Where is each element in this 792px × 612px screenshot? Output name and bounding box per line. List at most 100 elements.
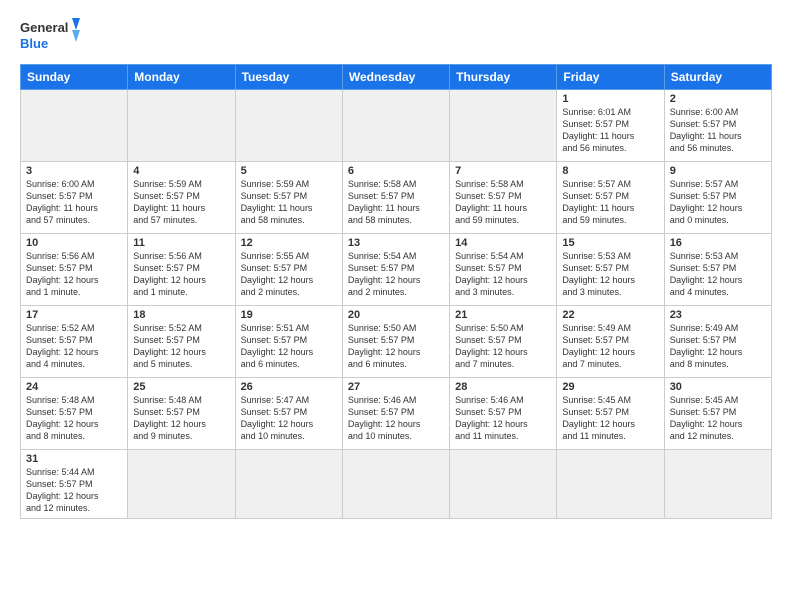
day-number: 13 <box>348 237 444 249</box>
day-info: Sunrise: 6:00 AMSunset: 5:57 PMDaylight:… <box>670 106 766 155</box>
calendar-cell <box>450 90 557 162</box>
calendar-cell <box>128 90 235 162</box>
day-info: Sunrise: 5:45 AMSunset: 5:57 PMDaylight:… <box>670 394 766 443</box>
calendar-cell: 19Sunrise: 5:51 AMSunset: 5:57 PMDayligh… <box>235 306 342 378</box>
day-info: Sunrise: 5:48 AMSunset: 5:57 PMDaylight:… <box>26 394 122 443</box>
generalblue-logo: General Blue <box>20 16 80 54</box>
svg-text:General: General <box>20 20 68 35</box>
day-number: 17 <box>26 309 122 321</box>
col-header-sunday: Sunday <box>21 65 128 90</box>
col-header-friday: Friday <box>557 65 664 90</box>
day-info: Sunrise: 5:54 AMSunset: 5:57 PMDaylight:… <box>348 250 444 299</box>
day-info: Sunrise: 5:52 AMSunset: 5:57 PMDaylight:… <box>26 322 122 371</box>
day-info: Sunrise: 6:00 AMSunset: 5:57 PMDaylight:… <box>26 178 122 227</box>
calendar-cell: 23Sunrise: 5:49 AMSunset: 5:57 PMDayligh… <box>664 306 771 378</box>
calendar-cell <box>557 450 664 519</box>
day-number: 2 <box>670 93 766 105</box>
day-number: 3 <box>26 165 122 177</box>
svg-text:Blue: Blue <box>20 36 48 51</box>
calendar-cell <box>235 450 342 519</box>
day-info: Sunrise: 5:46 AMSunset: 5:57 PMDaylight:… <box>455 394 551 443</box>
day-number: 12 <box>241 237 337 249</box>
day-info: Sunrise: 5:49 AMSunset: 5:57 PMDaylight:… <box>670 322 766 371</box>
col-header-thursday: Thursday <box>450 65 557 90</box>
calendar-cell: 31Sunrise: 5:44 AMSunset: 5:57 PMDayligh… <box>21 450 128 519</box>
calendar-cell: 4Sunrise: 5:59 AMSunset: 5:57 PMDaylight… <box>128 162 235 234</box>
day-info: Sunrise: 5:51 AMSunset: 5:57 PMDaylight:… <box>241 322 337 371</box>
day-info: Sunrise: 5:49 AMSunset: 5:57 PMDaylight:… <box>562 322 658 371</box>
calendar-cell: 11Sunrise: 5:56 AMSunset: 5:57 PMDayligh… <box>128 234 235 306</box>
day-info: Sunrise: 5:55 AMSunset: 5:57 PMDaylight:… <box>241 250 337 299</box>
day-number: 16 <box>670 237 766 249</box>
day-number: 20 <box>348 309 444 321</box>
calendar-cell: 1Sunrise: 6:01 AMSunset: 5:57 PMDaylight… <box>557 90 664 162</box>
day-number: 6 <box>348 165 444 177</box>
calendar-cell: 14Sunrise: 5:54 AMSunset: 5:57 PMDayligh… <box>450 234 557 306</box>
day-number: 31 <box>26 453 122 465</box>
day-number: 15 <box>562 237 658 249</box>
calendar-cell: 5Sunrise: 5:59 AMSunset: 5:57 PMDaylight… <box>235 162 342 234</box>
day-number: 11 <box>133 237 229 249</box>
calendar-cell <box>235 90 342 162</box>
day-info: Sunrise: 5:53 AMSunset: 5:57 PMDaylight:… <box>670 250 766 299</box>
calendar-cell: 2Sunrise: 6:00 AMSunset: 5:57 PMDaylight… <box>664 90 771 162</box>
day-info: Sunrise: 6:01 AMSunset: 5:57 PMDaylight:… <box>562 106 658 155</box>
calendar-cell: 9Sunrise: 5:57 AMSunset: 5:57 PMDaylight… <box>664 162 771 234</box>
day-number: 10 <box>26 237 122 249</box>
calendar-table: SundayMondayTuesdayWednesdayThursdayFrid… <box>20 64 772 519</box>
header: General Blue <box>20 16 772 54</box>
calendar-cell: 27Sunrise: 5:46 AMSunset: 5:57 PMDayligh… <box>342 378 449 450</box>
day-info: Sunrise: 5:52 AMSunset: 5:57 PMDaylight:… <box>133 322 229 371</box>
calendar-cell <box>450 450 557 519</box>
day-number: 27 <box>348 381 444 393</box>
calendar-cell: 24Sunrise: 5:48 AMSunset: 5:57 PMDayligh… <box>21 378 128 450</box>
day-number: 5 <box>241 165 337 177</box>
day-info: Sunrise: 5:44 AMSunset: 5:57 PMDaylight:… <box>26 466 122 515</box>
calendar-cell: 13Sunrise: 5:54 AMSunset: 5:57 PMDayligh… <box>342 234 449 306</box>
day-info: Sunrise: 5:57 AMSunset: 5:57 PMDaylight:… <box>670 178 766 227</box>
calendar-cell: 3Sunrise: 6:00 AMSunset: 5:57 PMDaylight… <box>21 162 128 234</box>
day-info: Sunrise: 5:50 AMSunset: 5:57 PMDaylight:… <box>348 322 444 371</box>
day-number: 19 <box>241 309 337 321</box>
day-info: Sunrise: 5:57 AMSunset: 5:57 PMDaylight:… <box>562 178 658 227</box>
calendar-cell: 16Sunrise: 5:53 AMSunset: 5:57 PMDayligh… <box>664 234 771 306</box>
calendar-cell <box>664 450 771 519</box>
day-info: Sunrise: 5:56 AMSunset: 5:57 PMDaylight:… <box>133 250 229 299</box>
calendar-cell: 6Sunrise: 5:58 AMSunset: 5:57 PMDaylight… <box>342 162 449 234</box>
calendar-cell <box>128 450 235 519</box>
day-number: 8 <box>562 165 658 177</box>
calendar-cell: 29Sunrise: 5:45 AMSunset: 5:57 PMDayligh… <box>557 378 664 450</box>
calendar-cell: 10Sunrise: 5:56 AMSunset: 5:57 PMDayligh… <box>21 234 128 306</box>
calendar-cell: 20Sunrise: 5:50 AMSunset: 5:57 PMDayligh… <box>342 306 449 378</box>
col-header-tuesday: Tuesday <box>235 65 342 90</box>
day-number: 30 <box>670 381 766 393</box>
day-number: 1 <box>562 93 658 105</box>
day-info: Sunrise: 5:46 AMSunset: 5:57 PMDaylight:… <box>348 394 444 443</box>
calendar-cell: 7Sunrise: 5:58 AMSunset: 5:57 PMDaylight… <box>450 162 557 234</box>
day-number: 28 <box>455 381 551 393</box>
day-number: 26 <box>241 381 337 393</box>
day-number: 24 <box>26 381 122 393</box>
day-number: 14 <box>455 237 551 249</box>
calendar-cell: 12Sunrise: 5:55 AMSunset: 5:57 PMDayligh… <box>235 234 342 306</box>
day-info: Sunrise: 5:50 AMSunset: 5:57 PMDaylight:… <box>455 322 551 371</box>
day-info: Sunrise: 5:58 AMSunset: 5:57 PMDaylight:… <box>348 178 444 227</box>
calendar-cell: 8Sunrise: 5:57 AMSunset: 5:57 PMDaylight… <box>557 162 664 234</box>
calendar-cell <box>21 90 128 162</box>
day-info: Sunrise: 5:54 AMSunset: 5:57 PMDaylight:… <box>455 250 551 299</box>
day-info: Sunrise: 5:53 AMSunset: 5:57 PMDaylight:… <box>562 250 658 299</box>
day-number: 9 <box>670 165 766 177</box>
calendar-cell: 30Sunrise: 5:45 AMSunset: 5:57 PMDayligh… <box>664 378 771 450</box>
day-info: Sunrise: 5:45 AMSunset: 5:57 PMDaylight:… <box>562 394 658 443</box>
day-info: Sunrise: 5:58 AMSunset: 5:57 PMDaylight:… <box>455 178 551 227</box>
day-info: Sunrise: 5:59 AMSunset: 5:57 PMDaylight:… <box>133 178 229 227</box>
calendar-cell <box>342 90 449 162</box>
calendar-cell: 25Sunrise: 5:48 AMSunset: 5:57 PMDayligh… <box>128 378 235 450</box>
day-info: Sunrise: 5:48 AMSunset: 5:57 PMDaylight:… <box>133 394 229 443</box>
day-number: 21 <box>455 309 551 321</box>
day-number: 18 <box>133 309 229 321</box>
day-number: 25 <box>133 381 229 393</box>
page: General Blue SundayMondayTuesdayWednesda… <box>0 0 792 529</box>
day-number: 29 <box>562 381 658 393</box>
calendar-cell: 17Sunrise: 5:52 AMSunset: 5:57 PMDayligh… <box>21 306 128 378</box>
